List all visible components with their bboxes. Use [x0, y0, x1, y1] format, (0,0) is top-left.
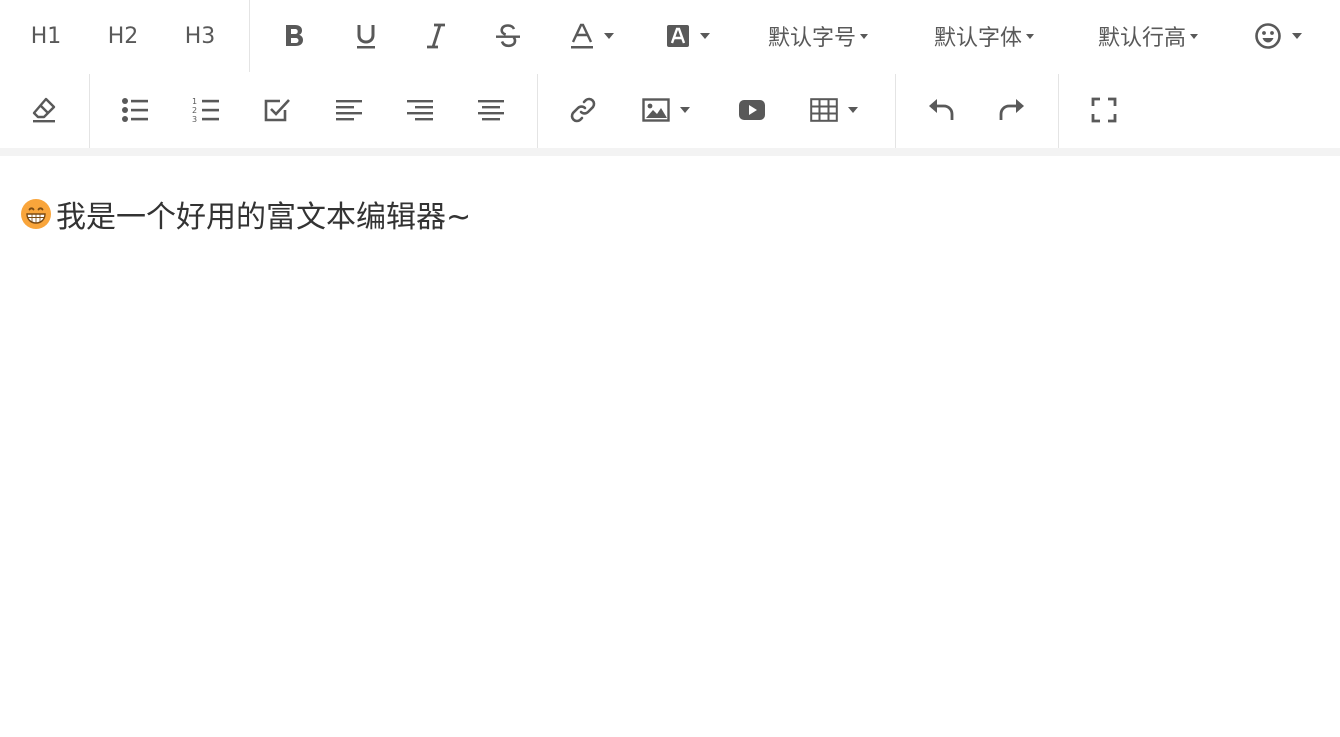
heading-2-button[interactable]: H2 [95, 10, 151, 62]
heading-1-label: H1 [30, 23, 62, 49]
paragraph-text: 我是一个好用的富文本编辑器~ [56, 200, 472, 235]
toolbar-separator [0, 148, 1340, 156]
chevron-down-icon [1292, 33, 1302, 39]
numbered-list-button[interactable]: 123 [184, 88, 228, 132]
background-color-button[interactable] [658, 14, 718, 58]
font-color-button[interactable] [562, 14, 622, 58]
font-color-icon [570, 22, 594, 50]
line-height-select[interactable]: 默认行高 [1082, 10, 1214, 62]
image-button[interactable] [636, 88, 696, 132]
clear-format-button[interactable] [22, 88, 66, 132]
font-size-label: 默认字号 [767, 26, 856, 51]
video-button[interactable] [730, 88, 774, 132]
toolbar-divider [249, 0, 250, 72]
line-height-label: 默认行高 [1097, 26, 1186, 51]
chevron-down-icon [1190, 33, 1198, 39]
chevron-down-icon [848, 107, 858, 113]
fullscreen-button[interactable] [1082, 88, 1126, 132]
numbered-list-icon: 123 [192, 96, 220, 124]
align-center-icon [478, 98, 504, 122]
todo-checkbox-icon [263, 96, 291, 124]
chevron-down-icon [680, 107, 690, 113]
chevron-down-icon [700, 33, 710, 39]
italic-icon [425, 22, 447, 50]
underline-icon [355, 22, 377, 50]
heading-3-button[interactable]: H3 [172, 10, 228, 62]
toolbar-divider [89, 74, 90, 148]
heading-1-button[interactable]: H1 [18, 10, 74, 62]
eraser-icon [31, 96, 57, 124]
strikethrough-button[interactable] [486, 14, 530, 58]
align-center-button[interactable] [469, 88, 513, 132]
font-family-label: 默认字体 [933, 26, 1022, 51]
toolbar-divider [537, 74, 538, 148]
rich-text-editor: H1 H2 H3 默认字号 默认字体 默认行高 1 2 3 我是一个好用的富文本… [0, 0, 1340, 737]
bold-button[interactable] [272, 14, 316, 58]
align-left-icon [336, 98, 362, 122]
emoji-icon [1254, 22, 1282, 50]
align-right-button[interactable] [398, 88, 442, 132]
emoji-button[interactable] [1248, 14, 1308, 58]
heading-2-label: H2 [107, 23, 139, 49]
grinning-face-emoji-icon [20, 198, 56, 230]
toolbar-divider [895, 74, 896, 148]
chevron-down-icon [860, 33, 868, 39]
bulleted-list-icon [121, 96, 149, 124]
chevron-down-icon [1026, 33, 1034, 39]
italic-button[interactable] [414, 14, 458, 58]
editor-content-area[interactable]: 我是一个好用的富文本编辑器~ [0, 156, 1340, 737]
strikethrough-icon [495, 22, 521, 50]
svg-text:1: 1 [192, 97, 197, 106]
link-button[interactable] [561, 88, 605, 132]
toolbar-divider [1058, 74, 1059, 148]
font-family-select[interactable]: 默认字体 [918, 10, 1050, 62]
table-icon [810, 98, 838, 122]
fullscreen-icon [1091, 97, 1117, 123]
underline-button[interactable] [344, 14, 388, 58]
link-icon [569, 96, 597, 124]
align-right-icon [407, 98, 433, 122]
background-color-icon [666, 23, 690, 49]
font-size-select[interactable]: 默认字号 [752, 10, 884, 62]
video-icon [738, 98, 766, 122]
svg-text:2: 2 [192, 106, 197, 115]
undo-icon [927, 96, 955, 124]
svg-text:3: 3 [192, 115, 197, 124]
image-icon [642, 97, 670, 123]
bold-icon [282, 22, 306, 50]
redo-icon [998, 96, 1026, 124]
heading-3-label: H3 [184, 23, 216, 49]
align-left-button[interactable] [327, 88, 371, 132]
bulleted-list-button[interactable] [113, 88, 157, 132]
chevron-down-icon [604, 33, 614, 39]
table-button[interactable] [804, 88, 864, 132]
content-paragraph[interactable]: 我是一个好用的富文本编辑器~ [20, 192, 471, 236]
todo-button[interactable] [255, 88, 299, 132]
undo-button[interactable] [919, 88, 963, 132]
editor-toolbar: H1 H2 H3 默认字号 默认字体 默认行高 1 2 3 [0, 0, 1340, 148]
redo-button[interactable] [990, 88, 1034, 132]
